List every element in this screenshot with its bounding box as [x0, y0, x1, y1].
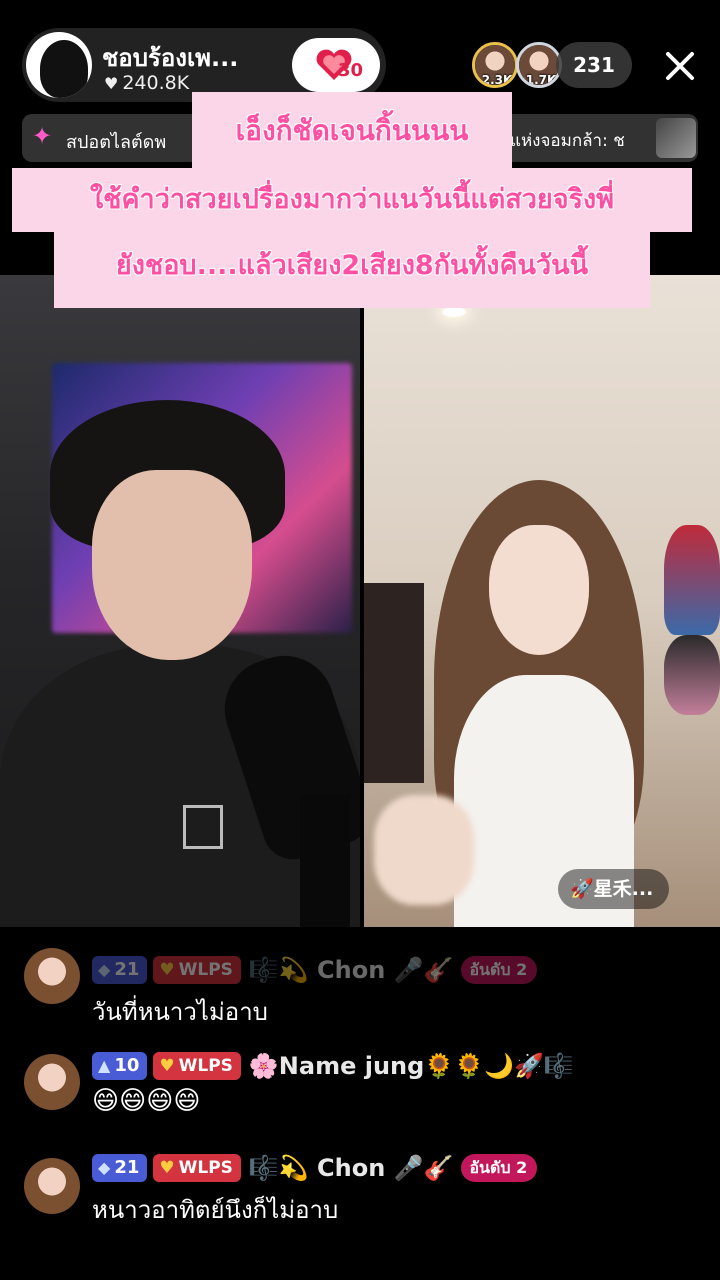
chat-avatar[interactable] — [24, 1158, 80, 1214]
chat-badge-row: ▲ 10 ♥ WLPS 🌸Name jung🌻🌻🌙🚀🎼 — [92, 1052, 574, 1082]
guest-video-panel[interactable]: 🚀星禾... — [364, 275, 720, 927]
top-viewer-avatar-1[interactable]: 2.3K — [472, 42, 518, 88]
spotlight-text: สปอตไลต์ดพ — [66, 132, 167, 153]
guest-name-tag[interactable]: 🚀星禾... — [558, 869, 670, 909]
host-likes: ♥ 240.8K — [104, 72, 189, 94]
level-badge: ▲ 10 — [92, 1052, 148, 1080]
viewer-count[interactable]: 231 — [556, 42, 632, 88]
follow-gift-button[interactable]: 30 — [292, 38, 380, 92]
level-badge: ◆ 21 — [92, 956, 148, 984]
chat-list[interactable]: ◆ 21 ♥ WLPS 🎼💫 Chon 🎤🎸 อันดับ 2 วันที่หนาวไม่… — [0, 930, 720, 1280]
chat-avatar[interactable] — [24, 948, 80, 1004]
chat-text: วันที่หนาวไม่อาบ — [92, 998, 268, 1026]
multi-guest-video-area: 🚀星禾... — [0, 275, 720, 927]
caption-line-1: เอ็งก็ชัดเจนกิ้นนนน — [192, 92, 512, 170]
heart-icon: ♥ — [104, 74, 119, 93]
emblem-icon — [656, 118, 696, 158]
caption-line-3: ยังชอบ....แล้วเสียง2เสียง8กันทั้งคืนวันน… — [54, 230, 650, 308]
gem-icon: ▲ — [98, 1056, 111, 1075]
fan-club-badge: ♥ WLPS — [153, 1154, 241, 1182]
chat-avatar[interactable] — [24, 1054, 80, 1110]
chat-username[interactable]: 🎼💫 Chon 🎤🎸 — [249, 1154, 454, 1182]
fan-club-badge: ♥ WLPS — [153, 956, 241, 984]
chat-badge-row: ◆ 21 ♥ WLPS 🎼💫 Chon 🎤🎸 อันดับ 2 — [92, 956, 538, 986]
top-viewer-badge-2: 1.7K — [525, 73, 557, 87]
chat-badge-row: ◆ 21 ♥ WLPS 🎼💫 Chon 🎤🎸 อันดับ 2 — [92, 1154, 538, 1184]
chat-message[interactable]: ◆ 21 ♥ WLPS 🎼💫 Chon 🎤🎸 อันดับ 2 วันที่หนาวไม่… — [0, 940, 720, 1040]
shirt-logo — [183, 805, 223, 849]
gift-count: 30 — [338, 60, 364, 81]
chat-message[interactable]: ◆ 21 ♥ WLPS 🎼💫 Chon 🎤🎸 อันดับ 2 หนาวอาทิตย์นึ… — [0, 1152, 720, 1252]
chat-username[interactable]: 🌸Name jung🌻🌻🌙🚀🎼 — [249, 1052, 574, 1080]
chat-username[interactable]: 🎼💫 Chon 🎤🎸 — [249, 956, 454, 984]
top-viewer-badge-1: 2.3K — [481, 73, 513, 87]
fan-club-badge: ♥ WLPS — [153, 1052, 241, 1080]
rank-badge: อันดับ 2 — [461, 1154, 538, 1182]
chat-text: 😄😄😄😄 — [92, 1086, 201, 1116]
chat-message[interactable]: ▲ 10 ♥ WLPS 🌸Name jung🌻🌻🌙🚀🎼 😄😄😄😄 — [0, 1046, 720, 1146]
rank-badge: อันดับ 2 — [461, 956, 538, 984]
close-icon[interactable] — [658, 44, 702, 88]
host-avatar[interactable] — [26, 32, 92, 98]
caption-line-2: ใช้คำว่าสวยเปรื่องมากว่าแนวันนี้แต่สวยจร… — [12, 168, 692, 232]
heart-icon: ♥ — [159, 960, 175, 980]
heart-icon: ♥ — [159, 1056, 175, 1076]
level-badge: ◆ 21 — [92, 1154, 148, 1182]
gem-icon: ◆ — [98, 960, 111, 979]
host-likes-count: 240.8K — [122, 72, 190, 94]
gem-icon: ◆ — [98, 1158, 111, 1177]
chat-text: หนาวอาทิตย์นึงก็ไม่อาบ — [92, 1196, 339, 1224]
host-video-panel[interactable] — [0, 275, 360, 927]
sparkle-note-icon: ✦ — [32, 122, 53, 150]
host-info-pill[interactable]: ชอบร้องเพ... ♥ 240.8K 30 — [22, 28, 386, 102]
heart-icon: ♥ — [159, 1158, 175, 1178]
spotlight-right-text: แห่งจอมกล้า: ช — [510, 131, 625, 151]
